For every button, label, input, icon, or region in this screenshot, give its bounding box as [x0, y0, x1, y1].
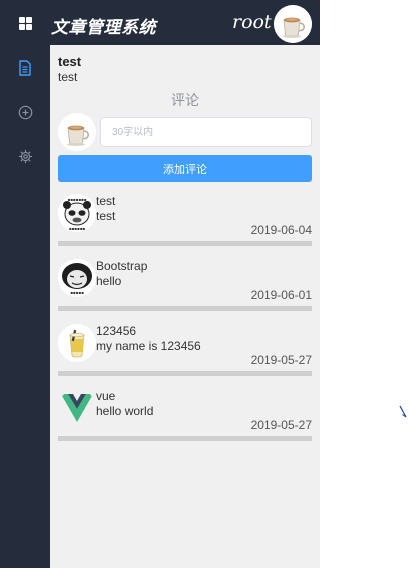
meme-panda-avatar-icon: ▪▪▪▪▪▪▪ ▪▪▪▪▪▪: [58, 194, 96, 232]
sidebar-item-add[interactable]: [14, 101, 36, 123]
svg-text:▪▪▪▪▪▪▪: ▪▪▪▪▪▪▪: [68, 197, 87, 202]
comment-input[interactable]: [100, 117, 312, 147]
meme-face-avatar-icon: ▪▪▪▪▪: [58, 259, 96, 297]
cursor-mark-icon: [399, 405, 407, 418]
drink-avatar-icon: [58, 324, 96, 362]
username[interactable]: root: [232, 11, 272, 33]
comment-date: 2019-05-27: [250, 418, 312, 432]
menu-grid-icon[interactable]: [19, 17, 32, 30]
add-comment-button[interactable]: 添加评论: [58, 155, 312, 182]
comment-username: test: [96, 194, 116, 208]
sidebar-item-articles[interactable]: [14, 57, 36, 79]
comment-item: ▪▪▪▪▪▪▪ ▪▪▪▪▪▪ test test 2019-06-04: [58, 190, 312, 250]
comment-avatar: [58, 324, 96, 362]
comment-item: 123456 my name is 123456 2019-05-27: [58, 320, 312, 380]
article-title: test: [58, 54, 82, 69]
comment-date: 2019-06-04: [250, 223, 312, 237]
app-title: 文章管理系统: [51, 18, 156, 38]
main-content: test test 评论 添加评论 ▪▪▪▪▪▪▪: [50, 45, 320, 568]
sidebar: [0, 45, 50, 568]
comment-username: vue: [96, 389, 116, 403]
comment-username: Bootstrap: [96, 259, 148, 273]
vue-logo-avatar-icon: [58, 389, 96, 427]
coffee-cup-icon: [58, 113, 96, 151]
comment-username: 123456: [96, 324, 137, 338]
document-icon: [19, 60, 31, 76]
svg-text:▪▪▪▪▪: ▪▪▪▪▪: [70, 290, 84, 295]
comment-text: hello world: [96, 404, 154, 418]
comment-avatar: ▪▪▪▪▪▪▪ ▪▪▪▪▪▪: [58, 194, 96, 232]
coffee-cup-icon: [274, 5, 312, 43]
top-navbar: 文章管理系统 root: [0, 0, 320, 45]
comment-divider: [58, 241, 312, 246]
gear-icon: [18, 149, 32, 163]
comments-heading: 评论: [171, 92, 199, 108]
comment-text: my name is 123456: [96, 339, 201, 353]
comment-divider: [58, 306, 312, 311]
svg-text:▪▪▪▪▪▪: ▪▪▪▪▪▪: [69, 226, 86, 231]
app-window: 文章管理系统 root test test 评论 30字以内 添加评论 ▪▪▪▪…: [0, 0, 320, 568]
comment-text: hello: [96, 274, 122, 288]
comment-item: ▪▪▪▪▪ Bootstrap hello 2019-06-01: [58, 255, 312, 315]
plus-circle-icon: [18, 105, 32, 119]
comment-divider: [58, 371, 312, 376]
comment-avatar: [58, 389, 96, 427]
article-body: test: [58, 70, 78, 84]
sidebar-item-settings[interactable]: [14, 145, 36, 167]
user-avatar[interactable]: [274, 5, 312, 43]
current-user-avatar: [58, 113, 96, 151]
comment-date: 2019-06-01: [250, 288, 312, 302]
comment-date: 2019-05-27: [250, 353, 312, 367]
comment-text: test: [96, 209, 116, 223]
comment-item: vue hello world 2019-05-27: [58, 385, 312, 445]
comment-divider: [58, 436, 312, 441]
comment-avatar: ▪▪▪▪▪: [58, 259, 96, 297]
